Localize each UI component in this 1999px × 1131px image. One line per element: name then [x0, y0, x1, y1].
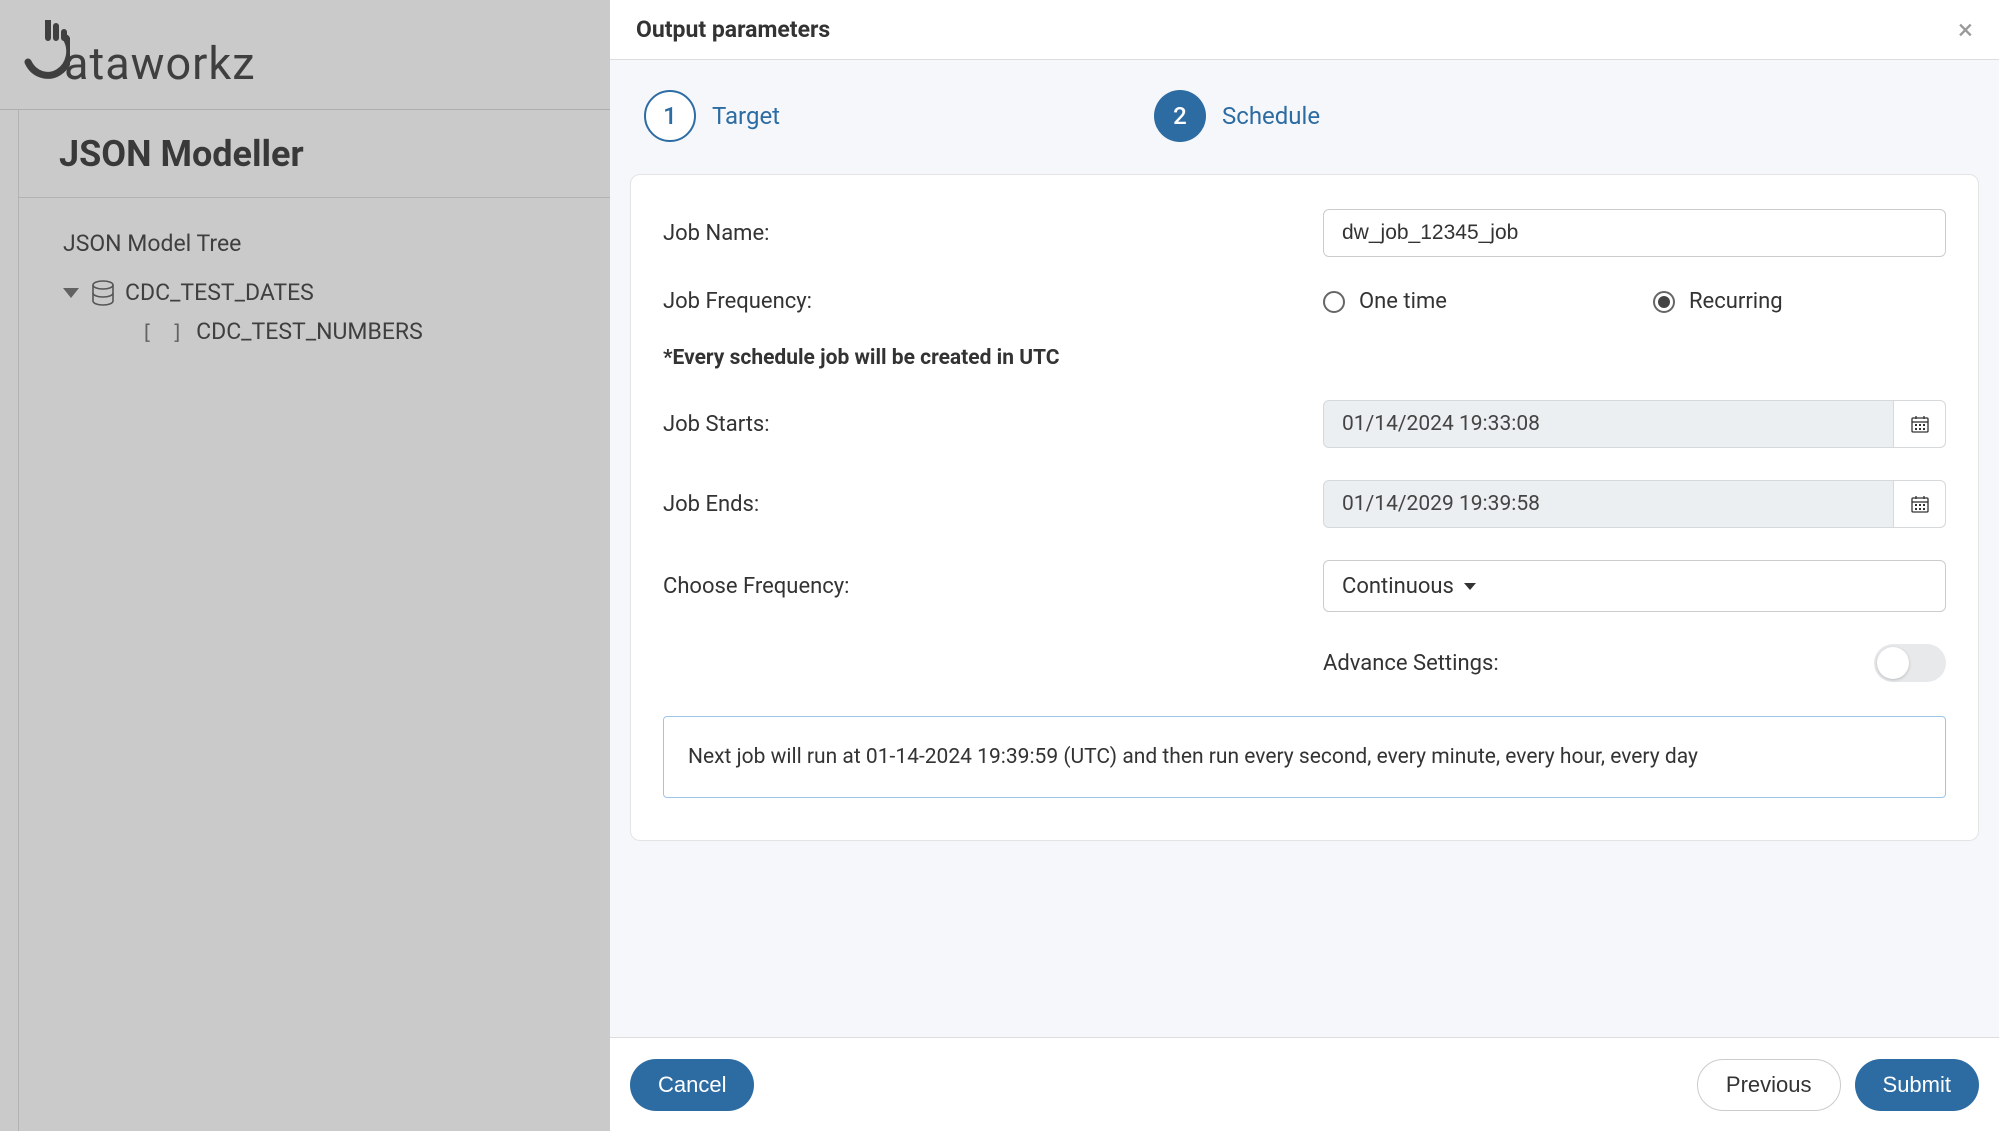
- modal-body: 1 Target 2 Schedule Job Name: Job Freque…: [610, 60, 1999, 1037]
- job-starts-label: Job Starts:: [663, 412, 1323, 437]
- brand-logo: ataworkz: [22, 20, 256, 90]
- step-target-label: Target: [712, 102, 780, 130]
- database-icon: [91, 280, 115, 306]
- radio-recurring-label: Recurring: [1689, 289, 1783, 314]
- calendar-icon: [1911, 495, 1929, 513]
- frequency-one-time-radio[interactable]: One time: [1323, 289, 1653, 314]
- modal-title: Output parameters: [636, 16, 830, 43]
- job-frequency-label: Job Frequency:: [663, 289, 1323, 314]
- radio-icon: [1323, 291, 1345, 313]
- step-schedule[interactable]: 2 Schedule: [1154, 90, 1664, 142]
- previous-button[interactable]: Previous: [1697, 1059, 1841, 1111]
- job-ends-calendar-button[interactable]: [1894, 480, 1946, 528]
- submit-button[interactable]: Submit: [1855, 1059, 1979, 1111]
- job-starts-input[interactable]: 01/14/2024 19:33:08: [1323, 400, 1894, 448]
- advance-settings-toggle[interactable]: [1874, 644, 1946, 682]
- job-name-label: Job Name:: [663, 221, 1323, 246]
- choose-frequency-label: Choose Frequency:: [663, 574, 1323, 599]
- step-schedule-number: 2: [1154, 90, 1206, 142]
- brand-logo-text: ataworkz: [64, 37, 256, 90]
- choose-frequency-value: Continuous: [1342, 574, 1454, 599]
- chevron-down-icon[interactable]: [63, 288, 79, 298]
- choose-frequency-select[interactable]: Continuous: [1323, 560, 1946, 612]
- logo-mark-icon: [22, 20, 70, 90]
- step-target-number: 1: [644, 90, 696, 142]
- next-run-text: Next job will run at 01-14-2024 19:39:59…: [688, 745, 1921, 769]
- frequency-recurring-radio[interactable]: Recurring: [1653, 289, 1783, 314]
- array-icon: [ ]: [141, 320, 186, 344]
- job-ends-input[interactable]: 01/14/2029 19:39:58: [1323, 480, 1894, 528]
- radio-selected-icon: [1653, 291, 1675, 313]
- tree-child-label: CDC_TEST_NUMBERS: [196, 318, 423, 345]
- advance-settings-label: Advance Settings:: [1323, 651, 1874, 676]
- toggle-knob: [1877, 647, 1909, 679]
- next-run-info: Next job will run at 01-14-2024 19:39:59…: [663, 716, 1946, 798]
- output-parameters-modal: Output parameters × 1 Target 2 Schedule …: [610, 0, 1999, 1131]
- job-starts-calendar-button[interactable]: [1894, 400, 1946, 448]
- modal-footer: Cancel Previous Submit: [610, 1037, 1999, 1131]
- utc-note: *Every schedule job will be created in U…: [663, 346, 1946, 370]
- page-title: JSON Modeller: [59, 133, 304, 175]
- stepper: 1 Target 2 Schedule: [630, 80, 1979, 152]
- job-name-input[interactable]: [1323, 209, 1946, 257]
- schedule-form-card: Job Name: Job Frequency: One time: [630, 174, 1979, 841]
- chevron-down-icon: [1464, 583, 1476, 590]
- calendar-icon: [1911, 415, 1929, 433]
- job-ends-label: Job Ends:: [663, 492, 1323, 517]
- step-target[interactable]: 1 Target: [644, 90, 1154, 142]
- modal-header: Output parameters ×: [610, 0, 1999, 60]
- close-icon[interactable]: ×: [1958, 16, 1973, 44]
- radio-one-time-label: One time: [1359, 289, 1447, 314]
- cancel-button[interactable]: Cancel: [630, 1059, 754, 1111]
- tree-root-label: CDC_TEST_DATES: [125, 279, 314, 306]
- step-schedule-label: Schedule: [1222, 102, 1320, 130]
